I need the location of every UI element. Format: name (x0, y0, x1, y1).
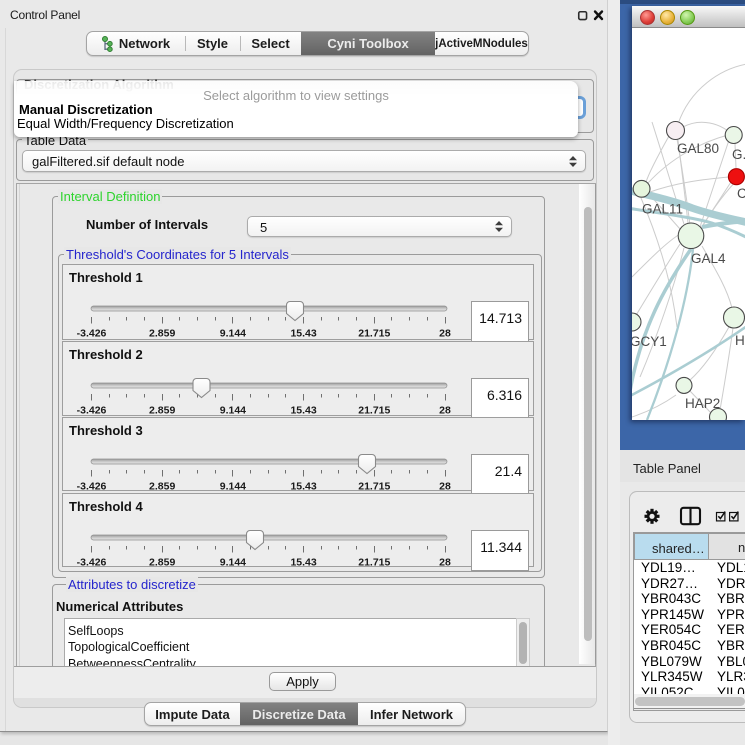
svg-text:-3.426: -3.426 (77, 405, 107, 417)
svg-text:15.43: 15.43 (290, 481, 316, 493)
svg-text:28: 28 (439, 556, 451, 568)
svg-text:15.43: 15.43 (290, 405, 316, 417)
svg-text:-3.426: -3.426 (77, 328, 107, 340)
svg-text:9.144: 9.144 (220, 556, 246, 568)
svg-text:C: C (737, 186, 745, 201)
svg-text:2.859: 2.859 (149, 328, 175, 340)
svg-text:21.715: 21.715 (358, 556, 390, 568)
svg-text:9.144: 9.144 (220, 405, 246, 417)
svg-text:-3.426: -3.426 (77, 481, 107, 493)
svg-text:21.715: 21.715 (358, 481, 390, 493)
svg-text:15.43: 15.43 (290, 328, 316, 340)
svg-text:H: H (735, 333, 745, 348)
svg-text:2.859: 2.859 (149, 556, 175, 568)
svg-text:9.144: 9.144 (220, 328, 246, 340)
svg-text:GCY1: GCY1 (632, 334, 667, 349)
svg-text:21.715: 21.715 (358, 328, 390, 340)
svg-text:28: 28 (439, 405, 451, 417)
svg-text:G.: G. (732, 147, 745, 162)
svg-text:GAL80: GAL80 (677, 141, 719, 156)
svg-text:HAP2: HAP2 (685, 396, 720, 411)
svg-text:15.43: 15.43 (290, 556, 316, 568)
svg-text:2.859: 2.859 (149, 481, 175, 493)
svg-text:GAL11: GAL11 (642, 202, 683, 217)
svg-text:9.144: 9.144 (220, 481, 246, 493)
svg-text:28: 28 (439, 328, 451, 340)
svg-text:GAL4: GAL4 (691, 251, 726, 266)
svg-text:28: 28 (439, 481, 451, 493)
svg-text:21.715: 21.715 (358, 405, 390, 417)
svg-text:2.859: 2.859 (149, 405, 175, 417)
svg-text:-3.426: -3.426 (77, 556, 107, 568)
